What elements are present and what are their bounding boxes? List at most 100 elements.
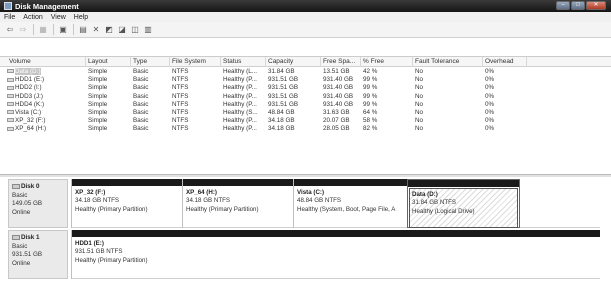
- type-cell: Basic: [133, 92, 149, 100]
- capacity-cell: 931.51 GB: [268, 84, 299, 92]
- table-row[interactable]: XP_32 (F:) Simple Basic NTFS Healthy (P.…: [0, 117, 611, 125]
- settings-icon[interactable]: ◫: [130, 25, 140, 35]
- layout-cell: Simple: [88, 92, 108, 100]
- partition-vista[interactable]: Vista (C:) 48.84 GB NTFS Healthy (System…: [293, 179, 407, 228]
- percent-free-cell: 99 %: [363, 76, 378, 84]
- forward-icon[interactable]: ⇨: [18, 25, 28, 35]
- menu-action[interactable]: Action: [23, 14, 42, 21]
- column-header-layout[interactable]: Layout: [86, 57, 131, 67]
- status-cell: Healthy (P...: [223, 100, 257, 108]
- table-row[interactable]: HDD4 (K:) Simple Basic NTFS Healthy (P..…: [0, 101, 611, 109]
- disk-1-info[interactable]: Disk 1 Basic 931.51 GB Online: [8, 230, 68, 279]
- refresh-icon[interactable]: ◩: [104, 25, 114, 35]
- volume-cell: HDD1 (E:): [7, 76, 82, 84]
- layout-cell: Simple: [88, 125, 108, 133]
- disk-name: Disk 0: [21, 183, 40, 190]
- type-cell: Basic: [133, 108, 149, 116]
- back-icon[interactable]: ⇦: [5, 25, 15, 35]
- partition-name: XP_64 (H:): [186, 189, 217, 196]
- volume-list: Volume Layout Type File System Status Ca…: [0, 56, 611, 174]
- free-space-cell: 13.51 GB: [323, 68, 350, 75]
- column-header-percent-free[interactable]: % Free: [361, 57, 413, 67]
- column-header-type[interactable]: Type: [131, 57, 170, 67]
- table-row[interactable]: Data (D:) Simple Basic NTFS Healthy (L..…: [0, 68, 611, 76]
- volume-icon: [7, 69, 14, 74]
- column-header-capacity[interactable]: Capacity: [266, 57, 321, 67]
- column-header-status[interactable]: Status: [221, 57, 266, 67]
- title-bar: Disk Management – □ ✕: [0, 0, 611, 12]
- status-cell: Healthy (S...: [223, 108, 258, 116]
- column-header-file-system[interactable]: File System: [170, 57, 221, 67]
- table-row[interactable]: XP_64 (H:) Simple Basic NTFS Healthy (P.…: [0, 125, 611, 133]
- volume-icon: [7, 102, 14, 107]
- file-system-cell: NTFS: [172, 68, 189, 75]
- partition-xp64[interactable]: XP_64 (H:) 34.18 GB NTFS Healthy (Primar…: [182, 179, 293, 228]
- maximize-button[interactable]: □: [571, 1, 585, 10]
- percent-free-cell: 64 %: [363, 108, 378, 116]
- overhead-cell: 0%: [485, 92, 495, 100]
- column-header-volume[interactable]: Volume: [0, 57, 86, 67]
- partition-bar: [72, 230, 600, 237]
- toolbar-separator: [73, 24, 74, 35]
- free-space-cell: 931.40 GB: [323, 100, 354, 108]
- layout-cell: Simple: [88, 108, 108, 116]
- menu-file[interactable]: File: [4, 14, 15, 21]
- partition-size: 34.18 GB NTFS: [186, 197, 231, 205]
- delete-icon[interactable]: ✕: [91, 25, 101, 35]
- table-row[interactable]: HDD3 (J:) Simple Basic NTFS Healthy (P..…: [0, 93, 611, 101]
- table-row[interactable]: HDD2 (I:) Simple Basic NTFS Healthy (P..…: [0, 84, 611, 92]
- percent-free-cell: 99 %: [363, 92, 378, 100]
- disk-icon: [12, 234, 20, 240]
- partition-hdd1[interactable]: HDD1 (E:) 931.51 GB NTFS Healthy (Primar…: [71, 230, 600, 279]
- partition-size: 34.18 GB NTFS: [75, 197, 120, 205]
- partition-xp32[interactable]: XP_32 (F:) 34.18 GB NTFS Healthy (Primar…: [71, 179, 182, 228]
- percent-free-cell: 58 %: [363, 117, 378, 125]
- column-header-free-space[interactable]: Free Spa...: [321, 57, 361, 67]
- volume-icon: [7, 118, 14, 123]
- console-tree-icon[interactable]: ▦: [38, 25, 48, 35]
- disk-size: 931.51 GB: [12, 251, 43, 258]
- volume-icon: [7, 77, 14, 82]
- capacity-cell: 931.51 GB: [268, 76, 299, 84]
- volume-list-header: Volume Layout Type File System Status Ca…: [0, 57, 611, 67]
- partition-name: Data (D:): [412, 191, 438, 198]
- type-cell: Basic: [133, 100, 149, 108]
- partition-bar: [408, 180, 519, 187]
- close-button[interactable]: ✕: [586, 1, 606, 10]
- status-cell: Healthy (P...: [223, 117, 257, 125]
- type-cell: Basic: [133, 84, 149, 92]
- capacity-cell: 34.18 GB: [268, 125, 295, 133]
- overhead-cell: 0%: [485, 108, 495, 116]
- table-row[interactable]: Vista (C:) Simple Basic NTFS Healthy (S.…: [0, 109, 611, 117]
- column-header-overhead[interactable]: Overhead: [483, 57, 527, 67]
- rescan-icon[interactable]: ◪: [117, 25, 127, 35]
- percent-free-cell: 42 %: [363, 68, 378, 75]
- help-icon[interactable]: ▣: [58, 25, 68, 35]
- menu-view[interactable]: View: [51, 14, 66, 21]
- volume-name: Vista (C:): [15, 108, 42, 116]
- layout-cell: Simple: [88, 68, 108, 75]
- volume-cell: HDD4 (K:): [7, 101, 82, 109]
- properties-icon[interactable]: ▤: [78, 25, 88, 35]
- status-cell: Healthy (P...: [223, 92, 257, 100]
- volume-cell: XP_32 (F:): [7, 117, 82, 125]
- minimize-button[interactable]: –: [556, 1, 570, 10]
- partition-bar: [183, 179, 293, 186]
- volume-name: XP_64 (H:): [15, 125, 47, 133]
- partition-name: HDD1 (E:): [75, 240, 104, 247]
- column-header-fault-tolerance[interactable]: Fault Tolerance: [413, 57, 483, 67]
- volume-cell: Data (D:): [7, 68, 82, 76]
- status-cell: Healthy (P...: [223, 76, 257, 84]
- fault-tolerance-cell: No: [415, 100, 424, 108]
- overhead-cell: 0%: [485, 125, 495, 133]
- menu-help[interactable]: Help: [74, 14, 88, 21]
- table-row[interactable]: HDD1 (E:) Simple Basic NTFS Healthy (P..…: [0, 76, 611, 84]
- toolbar-separator: [53, 24, 54, 35]
- partition-data[interactable]: Data (D:) 31.84 GB NTFS Healthy (Logical…: [407, 179, 520, 228]
- disk-0-info[interactable]: Disk 0 Basic 149.05 GB Online: [8, 179, 68, 228]
- file-system-cell: NTFS: [172, 92, 189, 100]
- fault-tolerance-cell: No: [415, 84, 424, 92]
- export-icon[interactable]: ▥: [143, 25, 153, 35]
- overhead-cell: 0%: [485, 76, 495, 84]
- overhead-cell: 0%: [485, 100, 495, 108]
